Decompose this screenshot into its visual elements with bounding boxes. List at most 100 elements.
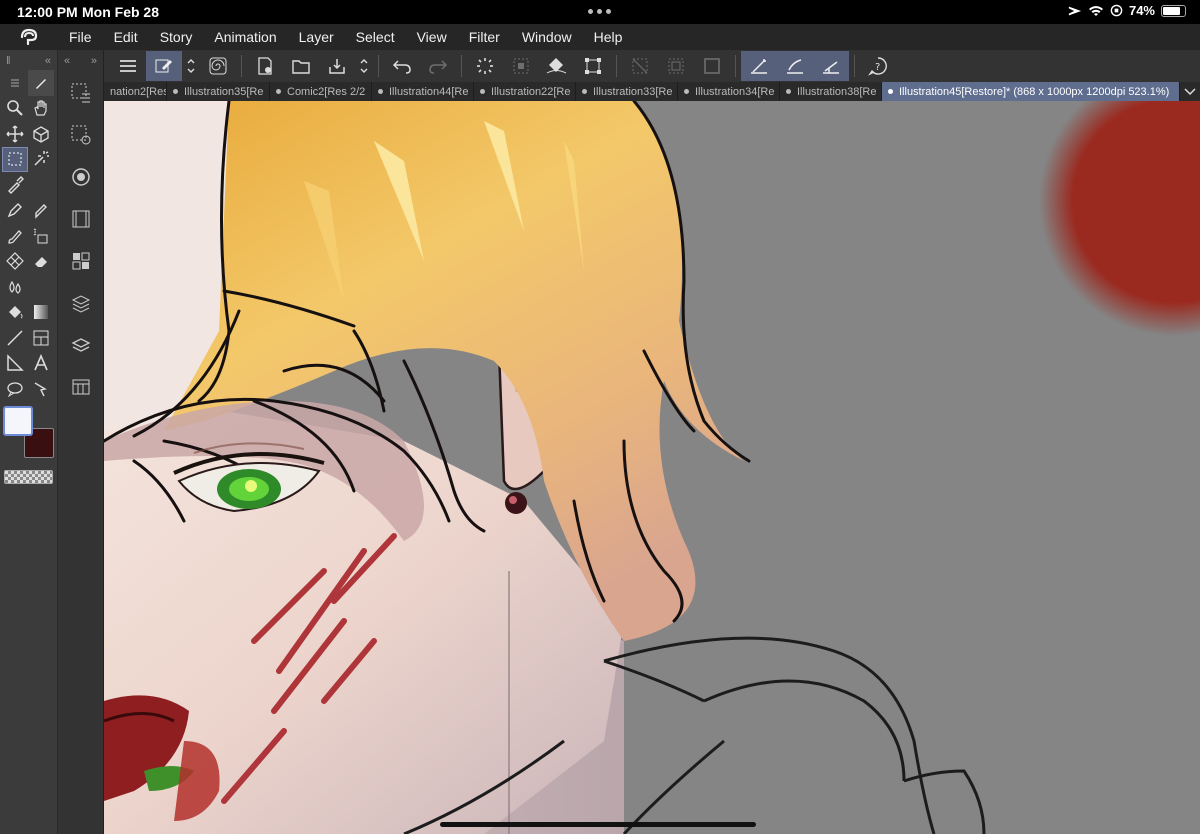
menu-help[interactable]: Help xyxy=(583,24,634,50)
text-icon[interactable] xyxy=(28,351,54,377)
gradient-icon[interactable] xyxy=(28,300,54,326)
ruler-icon[interactable] xyxy=(2,351,28,377)
layer-panel-icon[interactable] xyxy=(58,324,104,366)
decoration-icon[interactable] xyxy=(2,249,28,275)
separator xyxy=(854,55,855,77)
home-indicator[interactable] xyxy=(440,822,756,827)
brush-icon[interactable] xyxy=(2,223,28,249)
rect-marquee-icon[interactable] xyxy=(2,146,28,172)
tab-document[interactable]: nation2[Res xyxy=(104,82,167,101)
sub-tool-list-icon[interactable] xyxy=(58,72,104,114)
blend-icon[interactable] xyxy=(2,274,28,300)
color-set-icon[interactable] xyxy=(58,240,104,282)
deselect-icon[interactable] xyxy=(622,51,658,81)
tab-document[interactable]: Illustration44[Re xyxy=(372,82,474,101)
tab-document[interactable]: Illustration35[Re xyxy=(167,82,270,101)
clear-selection-icon[interactable] xyxy=(503,51,539,81)
magic-wand-icon[interactable] xyxy=(28,147,54,173)
navigator-icon[interactable] xyxy=(58,366,104,408)
hamburger-small-icon[interactable] xyxy=(2,70,28,96)
pencil-icon[interactable] xyxy=(28,198,54,224)
pen-tool-icon[interactable] xyxy=(2,198,28,224)
save-stepper-icon[interactable] xyxy=(355,51,373,81)
animation-timeline-icon[interactable] xyxy=(58,198,104,240)
menu-edit[interactable]: Edit xyxy=(103,24,149,50)
tool-panel: ‖ « xyxy=(0,50,58,834)
tab-document[interactable]: Illustration34[Re xyxy=(678,82,780,101)
collapse-right-icon[interactable]: » xyxy=(91,55,97,67)
panel-grip-icon[interactable]: ‖ xyxy=(6,55,11,67)
eyedropper-icon[interactable] xyxy=(2,172,28,198)
loading-spinner-icon[interactable] xyxy=(467,51,503,81)
zoom-icon[interactable] xyxy=(2,96,28,122)
status-date: Mon Feb 28 xyxy=(82,4,160,20)
invert-selection-icon[interactable] xyxy=(658,51,694,81)
balloon-icon[interactable] xyxy=(2,376,28,402)
multitasking-dots[interactable] xyxy=(588,9,611,14)
blank-tool-2 xyxy=(28,274,54,300)
tool-property-icon[interactable] xyxy=(58,114,104,156)
blank-tool xyxy=(28,172,54,198)
menu-filter[interactable]: Filter xyxy=(458,24,511,50)
tab-document[interactable]: Illustration33[Re xyxy=(576,82,678,101)
move-icon[interactable] xyxy=(2,121,28,147)
brush-size-icon[interactable] xyxy=(58,156,104,198)
menu-file[interactable]: File xyxy=(58,24,103,50)
pen-selected-icon[interactable] xyxy=(28,70,54,96)
tab-document[interactable]: Illustration22[Re xyxy=(474,82,576,101)
undo-icon[interactable] xyxy=(384,51,420,81)
menu-story[interactable]: Story xyxy=(149,24,204,50)
snap-special-ruler-icon[interactable] xyxy=(777,51,813,81)
spiral-icon[interactable] xyxy=(200,51,236,81)
hamburger-menu-icon[interactable] xyxy=(110,51,146,81)
tab-document[interactable]: Comic2[Res 2/2 xyxy=(270,82,372,101)
menu-window[interactable]: Window xyxy=(511,24,583,50)
fill-bucket-icon[interactable] xyxy=(2,300,28,326)
separator xyxy=(735,55,736,77)
menu-layer[interactable]: Layer xyxy=(288,24,345,50)
snap-grid-icon[interactable] xyxy=(813,51,849,81)
chevron-down-icon[interactable] xyxy=(1180,82,1200,101)
main-color-swatch[interactable] xyxy=(3,405,33,436)
snap-ruler-icon[interactable] xyxy=(741,51,777,81)
tab-document[interactable]: Illustration38[Re xyxy=(780,82,882,101)
tool-grid xyxy=(0,70,57,402)
transparent-color-swatch[interactable] xyxy=(4,469,53,484)
sub-panel-header: « » xyxy=(58,50,103,72)
collapse-left-2-icon[interactable]: « xyxy=(64,55,70,67)
airbrush-icon[interactable] xyxy=(28,223,54,249)
help-icon[interactable]: ? xyxy=(860,51,896,81)
line-icon[interactable] xyxy=(2,325,28,351)
collapse-left-icon[interactable]: « xyxy=(45,55,51,67)
correct-line-icon[interactable] xyxy=(28,376,54,402)
separator xyxy=(241,55,242,77)
new-canvas-icon[interactable] xyxy=(247,51,283,81)
drawing-canvas[interactable] xyxy=(104,101,1200,834)
airplane-icon xyxy=(1068,6,1082,15)
app-logo-icon[interactable] xyxy=(0,28,58,46)
color-swatches xyxy=(0,405,57,464)
menu-view[interactable]: View xyxy=(406,24,458,50)
separator xyxy=(616,55,617,77)
separator xyxy=(461,55,462,77)
material-icon[interactable] xyxy=(58,282,104,324)
selection-border-icon[interactable] xyxy=(694,51,730,81)
save-icon[interactable] xyxy=(319,51,355,81)
edit-mode-icon[interactable] xyxy=(146,51,182,81)
orientation-lock-icon xyxy=(1110,4,1123,17)
menu-animation[interactable]: Animation xyxy=(203,24,287,50)
menu-select[interactable]: Select xyxy=(345,24,406,50)
open-folder-icon[interactable] xyxy=(283,51,319,81)
edit-mode-stepper-icon[interactable] xyxy=(182,51,200,81)
fill-icon[interactable] xyxy=(539,51,575,81)
object-3d-icon[interactable] xyxy=(28,121,54,147)
frame-border-icon[interactable] xyxy=(28,325,54,351)
transform-icon[interactable] xyxy=(575,51,611,81)
eraser-icon[interactable] xyxy=(28,249,54,275)
redo-icon[interactable] xyxy=(420,51,456,81)
tab-document-active[interactable]: Illustration45[Restore]* (868 x 1000px 1… xyxy=(882,82,1180,101)
svg-text:?: ? xyxy=(875,62,880,73)
sub-panel: « » xyxy=(58,50,104,834)
wifi-icon xyxy=(1088,5,1103,16)
hand-icon[interactable] xyxy=(28,96,54,122)
